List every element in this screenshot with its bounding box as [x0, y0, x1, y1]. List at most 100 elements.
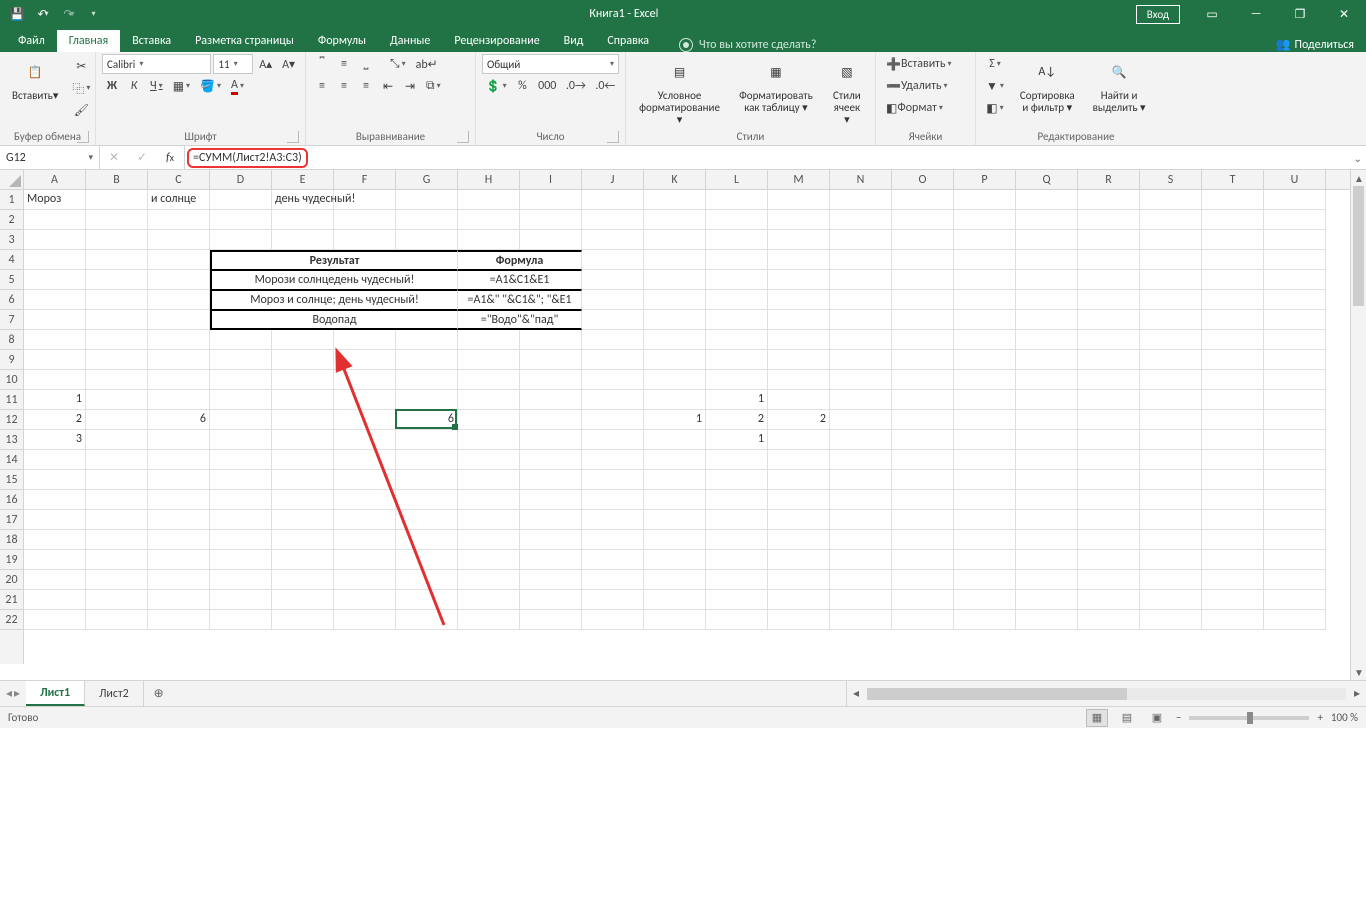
cell[interactable] [644, 530, 706, 550]
cell[interactable] [1078, 490, 1140, 510]
cell[interactable] [892, 390, 954, 410]
cell[interactable] [1078, 550, 1140, 570]
cell[interactable] [272, 390, 334, 410]
font-name-combo[interactable]: Calibri▾ [102, 54, 211, 74]
delete-cells-button[interactable]: ➖ Удалить▾ [882, 76, 952, 96]
cell[interactable] [1140, 250, 1202, 270]
cell[interactable] [520, 330, 582, 350]
cell[interactable] [334, 490, 396, 510]
cell[interactable] [458, 430, 520, 450]
cell[interactable] [768, 470, 830, 490]
cell[interactable] [520, 230, 582, 250]
cell[interactable]: Морози солнцедень чудесный! [210, 270, 458, 290]
cell[interactable] [1140, 390, 1202, 410]
cell[interactable]: 1 [706, 390, 768, 410]
row-header[interactable]: 12 [0, 410, 23, 430]
cell[interactable] [520, 550, 582, 570]
cell[interactable] [1264, 250, 1326, 270]
cell[interactable] [210, 370, 272, 390]
cell[interactable] [458, 550, 520, 570]
cell[interactable]: Водопад [210, 310, 458, 330]
col-header[interactable]: H [458, 170, 520, 189]
cell[interactable] [86, 390, 148, 410]
cell[interactable] [768, 350, 830, 370]
cell[interactable] [582, 590, 644, 610]
cell[interactable]: и солнце [148, 190, 210, 210]
cell[interactable] [1140, 370, 1202, 390]
cell[interactable] [954, 550, 1016, 570]
cell[interactable] [706, 190, 768, 210]
cell[interactable] [1140, 590, 1202, 610]
align-right-button[interactable]: ≡ [356, 76, 376, 96]
percent-button[interactable]: % [512, 76, 532, 96]
cell[interactable] [892, 590, 954, 610]
cell[interactable] [768, 570, 830, 590]
cell[interactable] [458, 330, 520, 350]
cell[interactable] [1140, 210, 1202, 230]
tab-вид[interactable]: Вид [552, 30, 596, 52]
cell[interactable] [1016, 510, 1078, 530]
cell[interactable] [830, 530, 892, 550]
scroll-left-icon[interactable]: ◂ [847, 686, 865, 701]
zoom-slider[interactable] [1189, 716, 1309, 720]
cell[interactable] [954, 250, 1016, 270]
cell[interactable] [272, 330, 334, 350]
cell[interactable] [458, 190, 520, 210]
col-header[interactable]: J [582, 170, 644, 189]
cell[interactable] [1202, 290, 1264, 310]
cell[interactable]: 2 [706, 410, 768, 430]
cell[interactable] [210, 450, 272, 470]
cell[interactable] [1078, 390, 1140, 410]
cell[interactable] [334, 550, 396, 570]
cell[interactable] [954, 310, 1016, 330]
cell[interactable] [830, 550, 892, 570]
cell[interactable] [1202, 310, 1264, 330]
font-color-button[interactable]: A▾ [227, 76, 248, 96]
fx-button[interactable]: fx [156, 146, 184, 170]
cell[interactable] [24, 490, 86, 510]
cell[interactable] [582, 390, 644, 410]
cell[interactable] [396, 190, 458, 210]
cell[interactable] [644, 230, 706, 250]
close-icon[interactable]: ✕ [1322, 0, 1366, 28]
cell[interactable]: 6 [396, 410, 458, 430]
row-header[interactable]: 11 [0, 390, 23, 410]
cell[interactable] [706, 330, 768, 350]
increase-decimal-button[interactable]: .0→ [562, 76, 589, 96]
cell[interactable] [1078, 470, 1140, 490]
cell[interactable] [644, 190, 706, 210]
cell[interactable] [148, 210, 210, 230]
cell[interactable] [520, 570, 582, 590]
sort-filter-button[interactable]: A↓Сортировкаи фильтр ▾ [1014, 54, 1081, 118]
cell[interactable] [24, 310, 86, 330]
cell[interactable] [830, 430, 892, 450]
cell[interactable] [272, 210, 334, 230]
cell[interactable] [954, 190, 1016, 210]
cell[interactable] [1202, 370, 1264, 390]
merge-button[interactable]: ⧉▾ [422, 76, 445, 96]
cell[interactable] [24, 610, 86, 630]
cell[interactable] [396, 550, 458, 570]
cell[interactable] [830, 230, 892, 250]
cell[interactable] [520, 190, 582, 210]
cell[interactable] [644, 310, 706, 330]
cell[interactable] [86, 290, 148, 310]
cell[interactable] [1016, 470, 1078, 490]
cell[interactable] [1140, 230, 1202, 250]
cell[interactable] [582, 290, 644, 310]
cell[interactable] [768, 310, 830, 330]
cell[interactable]: Мороз [24, 190, 86, 210]
copy-button[interactable]: ⿻▾ [68, 78, 94, 98]
cell[interactable] [1140, 490, 1202, 510]
cell[interactable] [1140, 550, 1202, 570]
cell[interactable] [644, 210, 706, 230]
col-header[interactable]: G [396, 170, 458, 189]
cell[interactable] [334, 210, 396, 230]
cell[interactable] [334, 230, 396, 250]
row-header[interactable]: 15 [0, 470, 23, 490]
cell[interactable] [1264, 230, 1326, 250]
cell[interactable] [1140, 510, 1202, 530]
dialog-launcher-icon[interactable] [287, 131, 299, 143]
cell[interactable] [954, 290, 1016, 310]
cell[interactable] [458, 390, 520, 410]
